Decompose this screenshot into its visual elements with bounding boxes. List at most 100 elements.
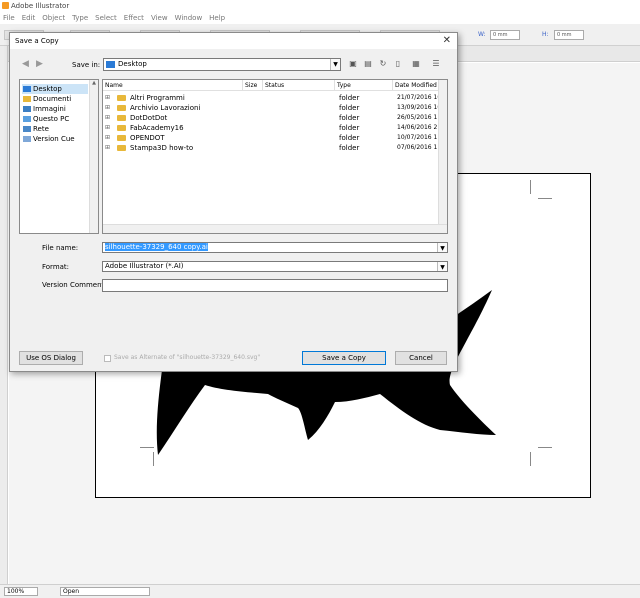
- file-name: Archivio Lavorazioni: [130, 104, 201, 112]
- place-label: Questo PC: [33, 115, 70, 123]
- chevron-down-icon[interactable]: ▼: [437, 262, 447, 271]
- file-row[interactable]: ⊞ DotDotDot folder 26/05/2016 1: [103, 113, 447, 123]
- file-list-vertical-scrollbar[interactable]: [438, 80, 447, 225]
- up-folder-icon[interactable]: ▣: [348, 59, 358, 69]
- width-field[interactable]: 0 mm: [490, 30, 520, 40]
- menu-view[interactable]: View: [151, 12, 168, 24]
- new-folder-icon[interactable]: ▤: [363, 59, 373, 69]
- version-comments-input[interactable]: [102, 279, 448, 292]
- file-date: 07/06/2016 1!: [397, 144, 440, 151]
- expand-icon[interactable]: ⊞: [105, 143, 110, 153]
- view-menu-icon[interactable]: ☰: [431, 59, 441, 69]
- folder-icon: [117, 145, 126, 151]
- delete-icon[interactable]: ▯: [393, 59, 403, 69]
- folder-icon: [117, 105, 126, 111]
- menu-object[interactable]: Object: [42, 12, 65, 24]
- menu-edit[interactable]: Edit: [22, 12, 36, 24]
- file-row[interactable]: ⊞ OPENDOT folder 10/07/2016 1: [103, 133, 447, 143]
- column-date[interactable]: Date Modified: [393, 80, 443, 91]
- menu-select[interactable]: Select: [95, 12, 117, 24]
- column-status[interactable]: Status: [263, 80, 335, 91]
- tools-panel: [0, 46, 8, 584]
- format-dropdown[interactable]: Adobe Illustrator (*.AI) ▼: [102, 261, 448, 272]
- file-type: folder: [339, 114, 360, 122]
- file-row[interactable]: ⊞ Altri Programmi folder 21/07/2016 1(: [103, 93, 447, 103]
- version-cue-icon: [23, 136, 31, 142]
- network-icon: [23, 126, 31, 132]
- column-size[interactable]: Size: [243, 80, 263, 91]
- refresh-icon[interactable]: ↻: [378, 59, 388, 69]
- file-type: folder: [339, 134, 360, 142]
- expand-icon[interactable]: ⊞: [105, 133, 110, 143]
- zoom-field[interactable]: 100%: [4, 587, 38, 596]
- file-list: Name Size Status Type Date Modified ⊞ Alt…: [102, 79, 448, 234]
- place-questo-pc[interactable]: Questo PC: [22, 114, 88, 124]
- folder-icon: [117, 95, 126, 101]
- file-date: 13/09/2016 1(: [397, 104, 440, 111]
- file-row[interactable]: ⊞ Archivio Lavorazioni folder 13/09/2016 1(: [103, 103, 447, 113]
- menu-file[interactable]: File: [3, 12, 15, 24]
- forward-arrow-icon[interactable]: ▶: [36, 59, 43, 69]
- height-field[interactable]: 0 mm: [554, 30, 584, 40]
- menu-window[interactable]: Window: [175, 12, 203, 24]
- file-list-header: Name Size Status Type Date Modified: [103, 80, 447, 91]
- pictures-icon: [23, 106, 31, 112]
- back-arrow-icon[interactable]: ◀: [22, 59, 29, 69]
- places-scrollbar[interactable]: ▲: [89, 80, 98, 233]
- file-date: 21/07/2016 1(: [397, 94, 440, 101]
- menu-help[interactable]: Help: [209, 12, 225, 24]
- documents-icon: [23, 96, 31, 102]
- desktop-icon: [23, 86, 31, 92]
- file-row[interactable]: ⊞ FabAcademy16 folder 14/06/2016 2: [103, 123, 447, 133]
- status-field[interactable]: Open: [60, 587, 150, 596]
- app-title: Adobe Illustrator: [11, 2, 70, 10]
- column-name[interactable]: Name: [103, 80, 243, 91]
- file-name: FabAcademy16: [130, 124, 184, 132]
- file-type: folder: [339, 124, 360, 132]
- status-bar: 100% Open: [0, 584, 640, 598]
- file-list-horizontal-scrollbar[interactable]: [103, 224, 447, 233]
- file-row[interactable]: ⊞ Stampa3D how-to folder 07/06/2016 1!: [103, 143, 447, 153]
- folder-icon: [117, 115, 126, 121]
- place-rete[interactable]: Rete: [22, 124, 88, 134]
- file-name-input[interactable]: silhouette-37329_640 copy.ai ▼: [102, 242, 448, 253]
- desktop-icon: [106, 61, 115, 68]
- close-icon[interactable]: ✕: [443, 34, 451, 48]
- version-comments-label: Version Comments:: [42, 281, 111, 289]
- chevron-down-icon[interactable]: ▼: [330, 59, 340, 70]
- place-label: Rete: [33, 125, 49, 133]
- height-label: H:: [542, 31, 549, 38]
- save-a-copy-button[interactable]: Save a Copy: [302, 351, 386, 365]
- column-type[interactable]: Type: [335, 80, 393, 91]
- expand-icon[interactable]: ⊞: [105, 93, 110, 103]
- chevron-down-icon[interactable]: ▼: [437, 243, 447, 252]
- save-alternate-checkbox[interactable]: [104, 355, 111, 362]
- file-date: 26/05/2016 1: [397, 114, 438, 121]
- menu-bar: File Edit Object Type Select Effect View…: [0, 12, 640, 24]
- width-label: W:: [478, 31, 486, 38]
- cancel-button[interactable]: Cancel: [395, 351, 447, 365]
- tools-icon[interactable]: ▦: [411, 59, 421, 69]
- place-version-cue[interactable]: Version Cue: [22, 134, 88, 144]
- expand-icon[interactable]: ⊞: [105, 123, 110, 133]
- save-in-dropdown[interactable]: Desktop ▼: [103, 58, 341, 71]
- app-title-bar: Adobe Illustrator: [0, 0, 640, 12]
- place-documenti[interactable]: Documenti: [22, 94, 88, 104]
- menu-type[interactable]: Type: [72, 12, 88, 24]
- file-date: 14/06/2016 2: [397, 124, 438, 131]
- place-immagini[interactable]: Immagini: [22, 104, 88, 114]
- crop-mark: [538, 447, 552, 448]
- save-a-copy-dialog: Save a Copy ✕ ◀ ▶ Save in: Desktop ▼ ▣ ▤…: [9, 32, 458, 372]
- file-name-value: silhouette-37329_640 copy.ai: [105, 243, 208, 251]
- place-label: Version Cue: [33, 135, 75, 143]
- expand-icon[interactable]: ⊞: [105, 103, 110, 113]
- format-label: Format:: [42, 263, 70, 271]
- use-os-dialog-button[interactable]: Use OS Dialog: [19, 351, 83, 365]
- computer-icon: [23, 116, 31, 122]
- place-desktop[interactable]: Desktop: [22, 84, 88, 94]
- format-value: Adobe Illustrator (*.AI): [105, 262, 184, 270]
- menu-effect[interactable]: Effect: [124, 12, 144, 24]
- save-in-label: Save in:: [72, 61, 101, 69]
- expand-icon[interactable]: ⊞: [105, 113, 110, 123]
- crop-mark: [530, 180, 531, 194]
